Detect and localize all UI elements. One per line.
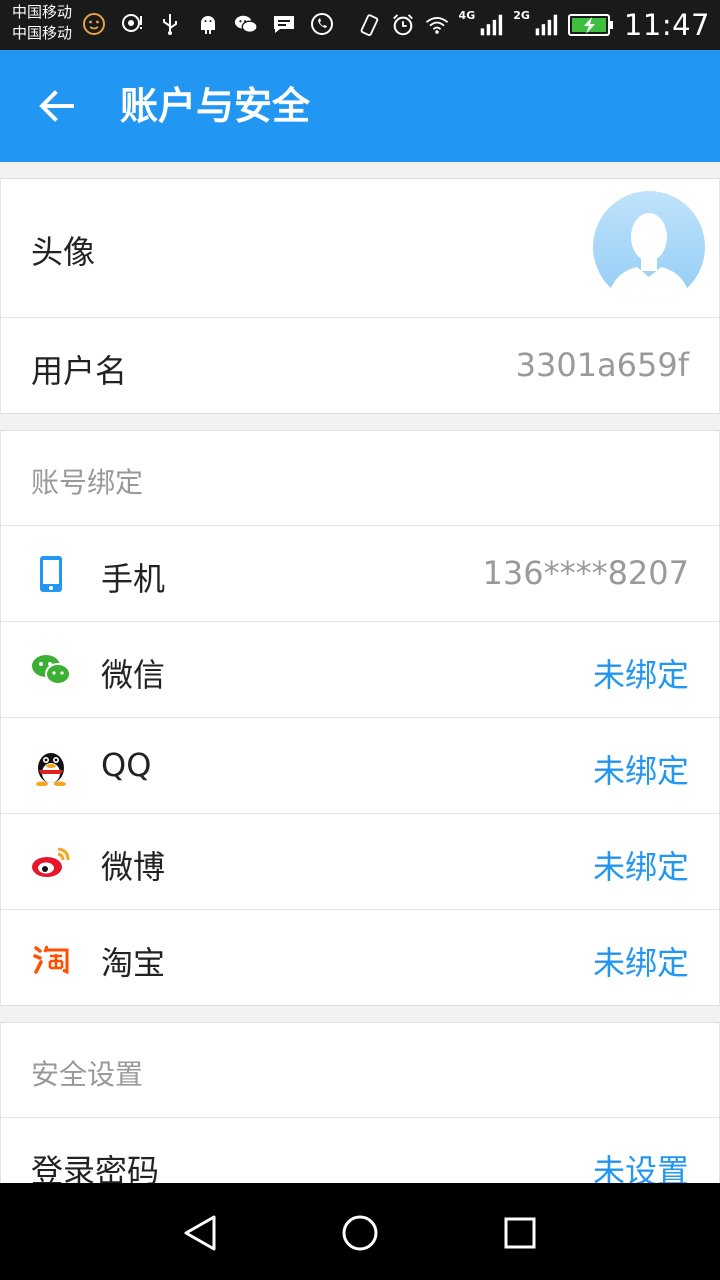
back-button[interactable]: [30, 82, 82, 134]
binding-label: QQ: [101, 746, 152, 784]
qq-icon: [31, 746, 71, 786]
battery-charging-icon: [567, 13, 614, 37]
alarm-icon: [391, 13, 415, 37]
security-settings-card: 安全设置 登录密码 未设置: [0, 1022, 720, 1192]
system-icons: 4G 2G 11:47: [357, 8, 710, 42]
binding-row-wechat[interactable]: 微信 未绑定: [1, 622, 719, 718]
username-label: 用户名: [31, 352, 128, 390]
binding-value[interactable]: 未绑定: [593, 650, 689, 696]
whatsapp-icon: [310, 12, 334, 36]
carrier-2: 中国移动: [12, 24, 73, 42]
wechat-icon: [234, 12, 258, 36]
back-triangle-icon: [184, 1215, 216, 1251]
home-circle-icon: [342, 1215, 378, 1251]
avatar[interactable]: [593, 191, 705, 303]
status-bar: 中国移动 中国移动 4G 2G 11:47: [0, 0, 720, 50]
recents-square-icon: [504, 1217, 536, 1249]
section-title: 安全设置: [31, 1058, 144, 1091]
binding-value[interactable]: 未绑定: [593, 938, 689, 984]
binding-value: 136****8207: [482, 554, 689, 592]
message-icon: [272, 12, 296, 36]
carrier-1: 中国移动: [12, 3, 73, 21]
security-section-header: 安全设置: [1, 1023, 719, 1118]
phone-icon: [31, 554, 71, 594]
clock: 11:47: [623, 8, 710, 42]
section-title: 账号绑定: [31, 466, 144, 499]
username-row[interactable]: 用户名 3301a659f: [1, 318, 719, 414]
account-binding-card: 账号绑定 手机 136****8207 微信 未绑定 QQ 未绑定 微博 未绑定…: [0, 430, 720, 1006]
android-icon: [196, 12, 220, 36]
taobao-icon: [31, 938, 71, 978]
signal-icon: [534, 13, 558, 37]
avatar-row[interactable]: 头像: [1, 179, 719, 318]
binding-row-weibo[interactable]: 微博 未绑定: [1, 814, 719, 910]
binding-label: 手机: [101, 560, 166, 598]
notification-icons: [82, 12, 334, 36]
binding-label: 微信: [101, 656, 166, 694]
network-type-1: 4G: [458, 8, 476, 22]
nav-home-button[interactable]: [338, 1211, 382, 1255]
binding-section-header: 账号绑定: [1, 431, 719, 526]
network-type-2: 2G: [513, 8, 530, 22]
weibo-icon: [31, 842, 71, 882]
nav-back-button[interactable]: [178, 1211, 222, 1255]
avatar-label: 头像: [31, 233, 96, 271]
signal-icon: [479, 13, 503, 37]
navigation-bar: [0, 1183, 720, 1280]
username-value: 3301a659f: [515, 346, 689, 384]
binding-label: 淘宝: [101, 944, 166, 982]
wifi-icon: [425, 13, 449, 37]
profile-card: 头像 用户名 3301a659f: [0, 178, 720, 414]
avatar-placeholder-icon: [607, 213, 691, 303]
carrier-labels: 中国移动 中国移动: [12, 2, 72, 44]
vibrate-icon: [357, 13, 381, 37]
app-bar: 账户与安全: [0, 50, 720, 162]
nav-recents-button[interactable]: [498, 1211, 542, 1255]
wechat-icon: [31, 650, 71, 690]
binding-value[interactable]: 未绑定: [593, 746, 689, 792]
binding-row-qq[interactable]: QQ 未绑定: [1, 718, 719, 814]
usb-icon: [158, 12, 182, 36]
binding-row-phone[interactable]: 手机 136****8207: [1, 526, 719, 622]
binding-label: 微博: [101, 848, 166, 886]
binding-value[interactable]: 未绑定: [593, 842, 689, 888]
page-title: 账户与安全: [120, 84, 311, 128]
location-icon: [120, 12, 144, 36]
binding-row-taobao[interactable]: 淘宝 未绑定: [1, 910, 719, 1006]
face-icon: [82, 12, 106, 36]
screen: 中国移动 中国移动 4G 2G 11:47 账户与安全 头像 用户名 3301a…: [0, 0, 720, 1280]
back-arrow-icon: [38, 90, 74, 126]
